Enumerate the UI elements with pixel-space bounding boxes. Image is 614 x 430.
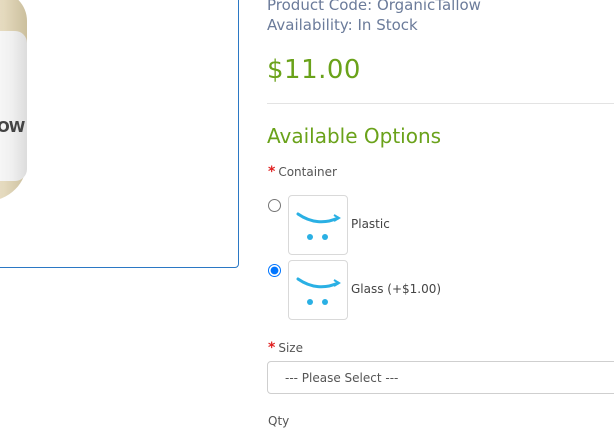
cart-logo-icon — [296, 212, 341, 240]
cart-logo-icon — [296, 277, 341, 305]
container-radio-plastic[interactable] — [268, 199, 281, 212]
glass-option-thumbnail[interactable] — [288, 260, 348, 320]
required-marker: * — [268, 164, 276, 180]
product-jar-label — [0, 31, 27, 181]
container-radio-glass[interactable] — [268, 264, 281, 277]
size-label: * Size — [268, 340, 303, 356]
glass-option-label[interactable]: Glass (+$1.00) — [351, 282, 441, 296]
plastic-option-label[interactable]: Plastic — [351, 217, 390, 231]
size-label-text: Size — [278, 341, 303, 355]
size-select-value: --- Please Select --- — [285, 371, 399, 385]
product-price: $11.00 — [267, 55, 361, 85]
required-marker: * — [268, 340, 276, 356]
product-code: Product Code: OrganicTallow — [267, 0, 481, 14]
qty-label: Qty — [268, 414, 290, 428]
product-image-frame[interactable]: LOW — [0, 0, 239, 268]
plastic-option-thumbnail[interactable] — [288, 195, 348, 255]
product-jar-label-text: LOW — [0, 118, 25, 136]
availability: Availability: In Stock — [267, 16, 418, 34]
container-label-text: Container — [278, 165, 337, 179]
size-select[interactable]: --- Please Select --- — [267, 361, 614, 394]
divider — [267, 103, 614, 104]
product-info: Product Code: OrganicTallow Availability… — [267, 0, 481, 35]
container-label: * Container — [268, 164, 337, 180]
available-options-title: Available Options — [267, 124, 442, 148]
